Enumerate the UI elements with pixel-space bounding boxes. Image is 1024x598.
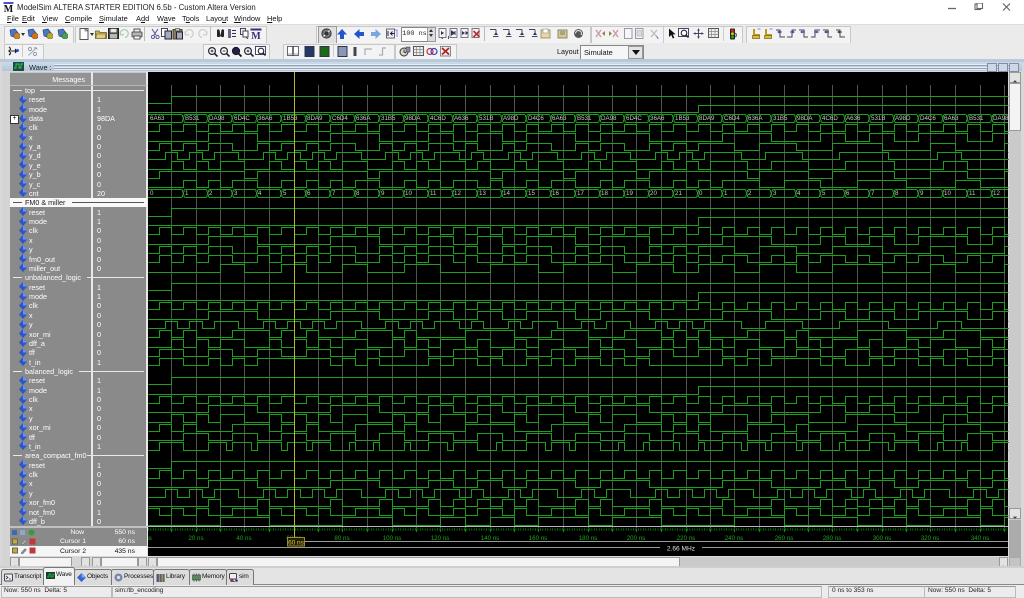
svg-text:0: 0 (699, 190, 703, 197)
svg-text:8: 8 (356, 190, 360, 197)
svg-text:5: 5 (822, 190, 826, 197)
svg-text:A98D: A98D (503, 115, 519, 122)
svg-text:8: 8 (895, 190, 899, 197)
svg-text:220 ns: 220 ns (677, 535, 696, 542)
svg-text:340 ns: 340 ns (971, 535, 990, 542)
svg-text:20: 20 (650, 190, 657, 197)
svg-text:98DA: 98DA (405, 115, 421, 122)
svg-text:7: 7 (332, 190, 336, 197)
svg-text:B531: B531 (185, 115, 200, 122)
svg-text:DA98: DA98 (209, 115, 225, 122)
svg-text:531B: 531B (479, 115, 493, 122)
svg-text:100 ns: 100 ns (383, 535, 402, 542)
svg-text:4C6D: 4C6D (822, 115, 838, 122)
svg-text:17: 17 (577, 190, 584, 197)
svg-text:11: 11 (969, 190, 976, 197)
svg-text:6A63: 6A63 (150, 115, 165, 122)
svg-text:160 ns: 160 ns (529, 535, 548, 542)
svg-text:1B53: 1B53 (283, 115, 298, 122)
svg-text:636A: 636A (748, 115, 763, 122)
svg-text:3: 3 (234, 190, 238, 197)
svg-text:1B53: 1B53 (675, 115, 690, 122)
svg-text:15: 15 (528, 190, 535, 197)
svg-text:2: 2 (748, 190, 752, 197)
svg-text:16: 16 (552, 190, 559, 197)
svg-text:D4C6: D4C6 (528, 115, 544, 122)
svg-text:6: 6 (846, 190, 850, 197)
svg-text:13: 13 (479, 190, 486, 197)
svg-text:36A6: 36A6 (258, 115, 273, 122)
svg-text:300 ns: 300 ns (873, 535, 892, 542)
svg-text:3: 3 (773, 190, 777, 197)
svg-text:36A6: 36A6 (650, 115, 665, 122)
svg-text:31B5: 31B5 (381, 115, 396, 122)
svg-text:98DA: 98DA (797, 115, 813, 122)
svg-text:M: M (4, 4, 14, 13)
svg-text:40 ns: 40 ns (236, 535, 251, 542)
svg-text:1: 1 (185, 190, 189, 197)
svg-text:120 ns: 120 ns (431, 535, 450, 542)
svg-text:6A63: 6A63 (552, 115, 567, 122)
svg-text:4C6D: 4C6D (430, 115, 446, 122)
svg-text:180 ns: 180 ns (579, 535, 598, 542)
svg-text:D4C6: D4C6 (920, 115, 936, 122)
svg-text:C6D4: C6D4 (724, 115, 740, 122)
svg-text:2.66 MHz: 2.66 MHz (667, 546, 695, 553)
svg-text:DA98: DA98 (601, 115, 617, 122)
svg-text:8DA9: 8DA9 (699, 115, 715, 122)
svg-text:0 ns: 0 ns (148, 535, 152, 542)
svg-text:4: 4 (797, 190, 801, 197)
svg-text:6: 6 (307, 190, 311, 197)
svg-text:0: 0 (150, 190, 154, 197)
svg-text:8DA9: 8DA9 (307, 115, 323, 122)
svg-text:1: 1 (724, 190, 728, 197)
svg-text:A636: A636 (454, 115, 469, 122)
svg-text:9: 9 (920, 190, 924, 197)
svg-text:200 ns: 200 ns (627, 535, 646, 542)
svg-text:B531: B531 (577, 115, 592, 122)
svg-text:7: 7 (871, 190, 875, 197)
svg-text:18: 18 (601, 190, 608, 197)
svg-text:2: 2 (209, 190, 213, 197)
svg-text:4: 4 (258, 190, 262, 197)
svg-text:31B5: 31B5 (773, 115, 788, 122)
svg-text:280 ns: 280 ns (823, 535, 842, 542)
svg-text:11: 11 (430, 190, 437, 197)
svg-text:14: 14 (503, 190, 510, 197)
svg-text:10: 10 (405, 190, 412, 197)
svg-text:60 ns: 60 ns (288, 540, 304, 547)
svg-text:DA98: DA98 (993, 115, 1009, 122)
svg-text:M: M (251, 31, 261, 40)
svg-text:12: 12 (993, 190, 1000, 197)
svg-text:21: 21 (675, 190, 682, 197)
svg-text:A98D: A98D (895, 115, 911, 122)
svg-text:6D4C: 6D4C (626, 115, 642, 122)
svg-text:19: 19 (626, 190, 633, 197)
svg-text:531B: 531B (871, 115, 885, 122)
svg-text:240 ns: 240 ns (725, 535, 744, 542)
svg-text:20 ns: 20 ns (188, 535, 203, 542)
svg-text:12: 12 (454, 190, 461, 197)
svg-text:5: 5 (283, 190, 287, 197)
svg-text:320 ns: 320 ns (921, 535, 940, 542)
svg-text:140 ns: 140 ns (481, 535, 500, 542)
svg-text:636A: 636A (356, 115, 371, 122)
svg-text:80 ns: 80 ns (334, 535, 349, 542)
svg-text:6A63: 6A63 (944, 115, 959, 122)
svg-text:10: 10 (944, 190, 951, 197)
svg-text:6D4C: 6D4C (234, 115, 250, 122)
svg-text:260 ns: 260 ns (775, 535, 794, 542)
svg-text:9: 9 (381, 190, 385, 197)
svg-text:C6D4: C6D4 (332, 115, 348, 122)
svg-text:B531: B531 (969, 115, 984, 122)
svg-text:A636: A636 (846, 115, 861, 122)
